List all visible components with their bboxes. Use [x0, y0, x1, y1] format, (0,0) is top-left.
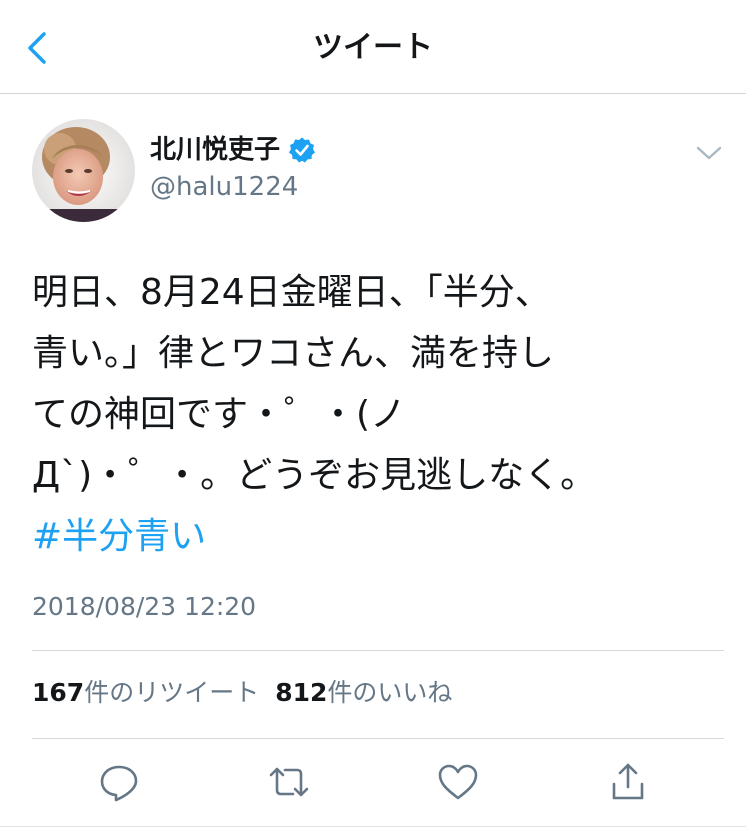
tweet-text-line: ての神回です・゜・(ノ [32, 394, 407, 435]
retweet-button[interactable] [267, 760, 311, 804]
tweet-text-line: 明日、8月24日金曜日、「半分、 [32, 272, 551, 313]
tweet-text: 明日、8月24日金曜日、「半分、 青い。」律とワコさん、満を持し ての神回です・… [32, 262, 722, 567]
divider [32, 650, 724, 651]
share-icon[interactable] [606, 760, 650, 804]
retweet-count[interactable]: 167 [32, 678, 84, 707]
share-button[interactable] [606, 760, 650, 804]
divider [32, 738, 724, 739]
tweet-options-button[interactable] [693, 140, 725, 166]
tweet-text-line: Д`)・゜・。どうぞお見逃しなく。 [32, 455, 597, 496]
like-icon[interactable] [436, 760, 480, 804]
author-name-row[interactable]: 北川悦吏子 [150, 133, 316, 167]
like-count[interactable]: 812 [275, 678, 327, 707]
verified-badge-icon [289, 137, 316, 163]
like-stat[interactable]: 812件のいいね [275, 678, 452, 707]
retweet-label[interactable]: 件のリツイート [84, 678, 259, 707]
like-button[interactable] [436, 760, 480, 804]
reply-button[interactable] [97, 760, 141, 804]
reply-icon[interactable] [97, 760, 141, 804]
author-display-name[interactable]: 北川悦吏子 [150, 133, 280, 167]
chevron-down-icon[interactable] [693, 140, 725, 166]
retweet-stat[interactable]: 167件のリツイート [32, 678, 259, 707]
divider [0, 826, 746, 827]
tweet-text-line: 青い。」律とワコさん、満を持し [32, 333, 555, 374]
avatar[interactable] [32, 119, 135, 222]
hashtag-link[interactable]: #半分青い [32, 506, 722, 567]
page-title: ツイート [313, 30, 433, 65]
retweet-icon[interactable] [267, 760, 311, 804]
tweet-stats: 167件のリツイート 812件のいいね [32, 676, 452, 710]
navigation-bar: ツイート [0, 0, 746, 94]
author-handle[interactable]: @halu1224 [150, 170, 298, 204]
like-label[interactable]: 件のいいね [327, 678, 452, 707]
tweet-timestamp: 2018/08/23 12:20 [32, 592, 257, 621]
